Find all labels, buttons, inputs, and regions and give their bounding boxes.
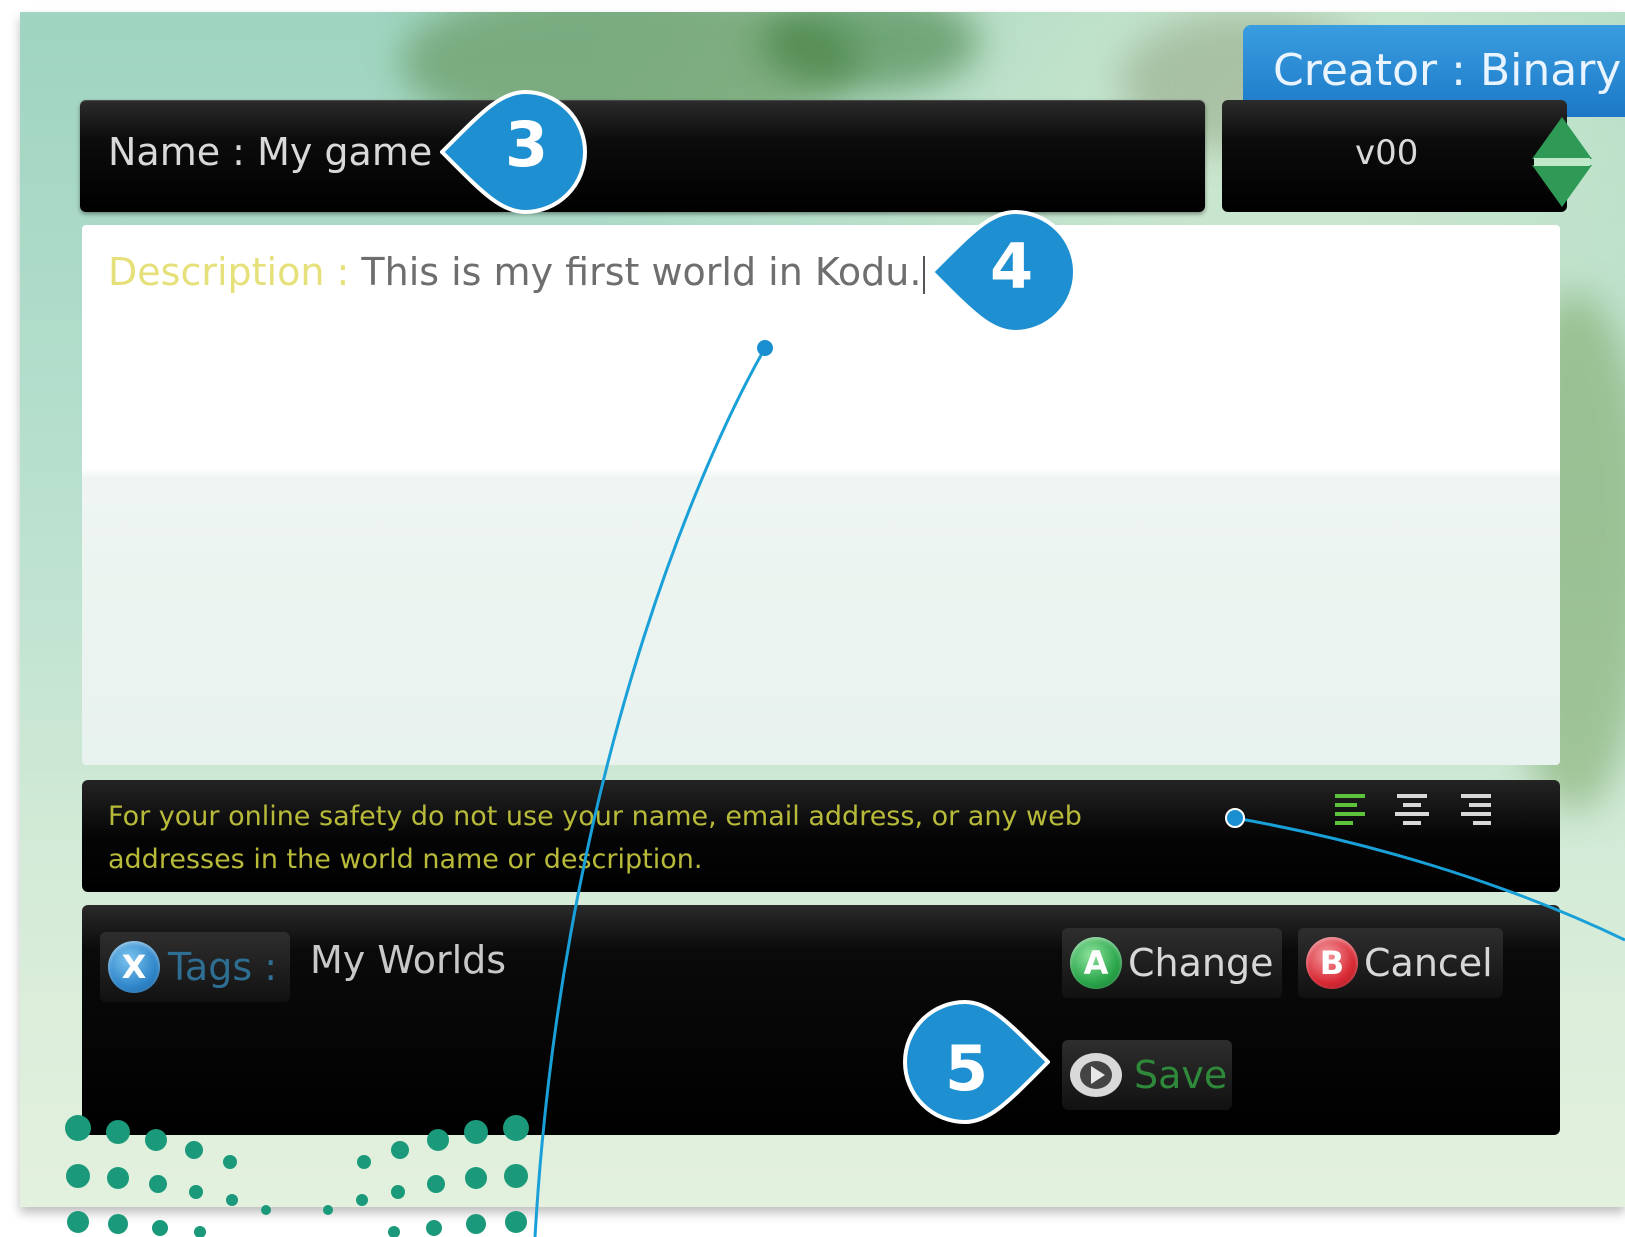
callout-number-4: 4: [990, 230, 1034, 303]
description-label: Description :: [108, 250, 350, 294]
a-button-icon: A: [1070, 937, 1122, 989]
version-up-down-arrows-icon[interactable]: [1530, 115, 1594, 209]
callout-number-3: 3: [505, 108, 549, 181]
align-right-icon[interactable]: [1461, 794, 1491, 825]
tags-label: Tags :: [168, 945, 278, 989]
cancel-label: Cancel: [1364, 941, 1493, 985]
tags-button[interactable]: X Tags :: [100, 932, 290, 1002]
text-alignment-controls: [1335, 794, 1491, 825]
description-value: This is my first world in Kodu.: [349, 250, 922, 294]
save-button[interactable]: Save: [1062, 1040, 1232, 1110]
decorative-dot-pattern: [65, 1115, 529, 1237]
b-button-icon: B: [1306, 937, 1358, 989]
description-line: Description : This is my first world in …: [108, 250, 926, 294]
version-value: v00: [1355, 133, 1419, 173]
cancel-button[interactable]: B Cancel: [1298, 928, 1503, 998]
save-play-icon: [1070, 1053, 1122, 1097]
x-button-icon: X: [108, 941, 160, 993]
callout-number-5: 5: [945, 1032, 989, 1105]
align-left-icon[interactable]: [1335, 794, 1365, 825]
save-label: Save: [1134, 1053, 1228, 1097]
align-center-icon[interactable]: [1395, 794, 1429, 825]
description-textarea[interactable]: [82, 225, 1560, 765]
tags-value: My Worlds: [310, 938, 507, 982]
safety-notice-text: For your online safety do not use your n…: [108, 801, 1082, 875]
change-button[interactable]: A Change: [1062, 928, 1282, 998]
name-field-text: Name : My game: [108, 130, 433, 174]
change-label: Change: [1128, 941, 1274, 985]
text-cursor: [923, 255, 926, 294]
